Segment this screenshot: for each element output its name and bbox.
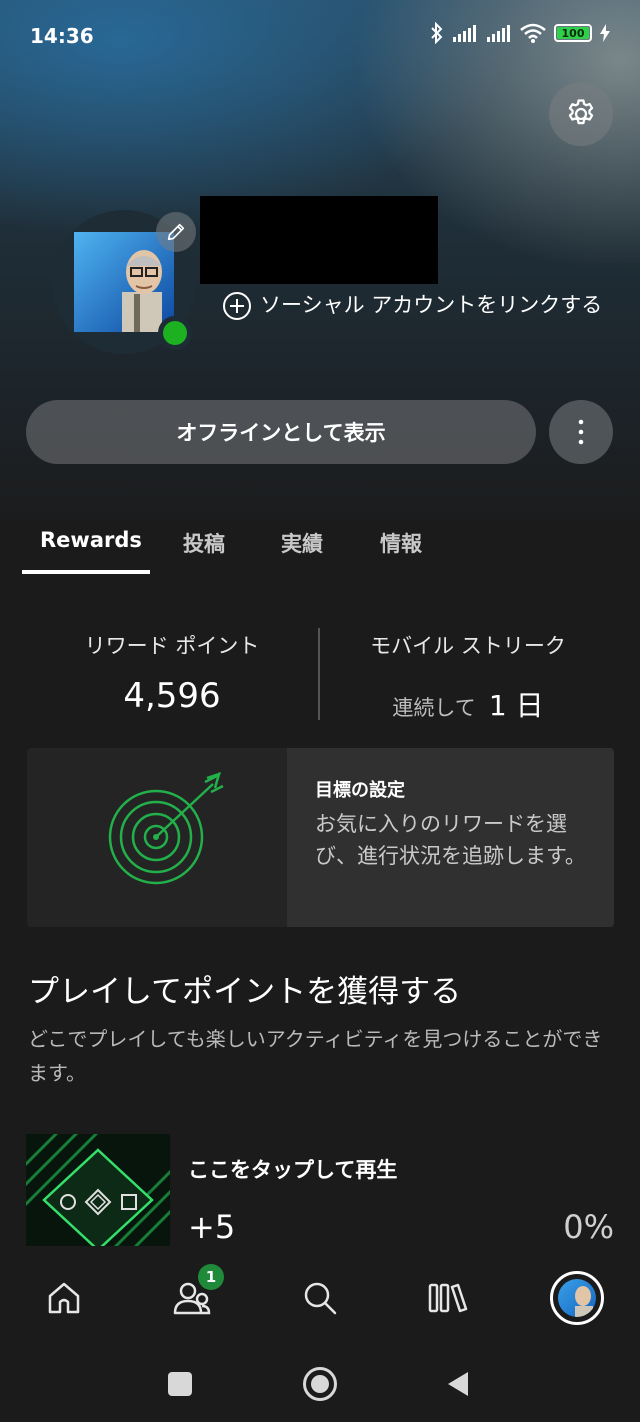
settings-button[interactable] (549, 82, 613, 146)
pencil-icon (167, 223, 185, 241)
home-system-dot (311, 1375, 329, 1393)
streak-prefix: 連続して (392, 696, 476, 720)
stats-divider (318, 628, 320, 720)
nav-library[interactable] (420, 1270, 476, 1326)
wifi-icon (520, 23, 546, 43)
activity-art (26, 1134, 170, 1246)
status-time: 14:36 (30, 24, 94, 48)
active-tab-indicator (22, 570, 150, 574)
nav-search[interactable] (292, 1270, 348, 1326)
nav-home[interactable] (36, 1270, 92, 1326)
reward-points-label: リワード ポイント (84, 634, 260, 658)
tab-rewards[interactable]: Rewards (40, 528, 142, 552)
tab-about[interactable]: 情報 (380, 528, 422, 558)
tab-achievements[interactable]: 実績 (281, 528, 323, 558)
add-circle-icon (223, 292, 251, 320)
edit-avatar-button[interactable] (156, 212, 196, 252)
back-button[interactable] (446, 1370, 470, 1398)
home-icon (48, 1282, 80, 1314)
status-icons: 100 (430, 22, 610, 44)
battery-level: 100 (561, 26, 585, 40)
section-description: どこでプレイしても楽しいアクティビティを見つけることができます。 (28, 1027, 603, 1085)
goal-illustration (27, 748, 287, 927)
mobile-streak-value-row: 連続して 1 日 (330, 684, 606, 724)
bluetooth-icon (431, 22, 443, 44)
charging-icon (600, 24, 610, 42)
activity-points: +5 (188, 1208, 236, 1246)
signal-icon (487, 25, 510, 42)
online-status-indicator (158, 316, 192, 350)
profile-avatar (558, 1279, 596, 1317)
avatar[interactable] (74, 232, 174, 332)
library-icon (428, 1283, 468, 1313)
friends-notification-badge: 1 (198, 1264, 224, 1290)
link-social-account[interactable]: ソーシャル アカウントをリンクする (222, 288, 622, 322)
tab-posts[interactable]: 投稿 (183, 528, 225, 558)
gamertag-redacted (200, 196, 438, 284)
more-options-button[interactable] (549, 400, 613, 464)
target-icon (108, 772, 224, 885)
battery-icon: 100 (554, 24, 592, 42)
goal-title: 目標の設定 (315, 780, 405, 801)
appear-offline-button[interactable]: オフラインとして表示 (26, 400, 536, 464)
search-icon (304, 1282, 337, 1315)
activity-thumbnail[interactable] (26, 1134, 170, 1246)
mobile-streak-label: モバイル ストリーク (370, 634, 566, 658)
signal-icon (453, 25, 476, 42)
section-title: プレイしてポイントを獲得する (28, 974, 462, 1010)
streak-value: 1 日 (488, 689, 544, 722)
reward-points-value: 4,596 (123, 676, 221, 716)
link-social-label: ソーシャル アカウントをリンクする (260, 293, 603, 317)
home-system-button[interactable] (303, 1367, 337, 1401)
gear-icon (568, 99, 594, 125)
nav-profile[interactable] (550, 1271, 604, 1325)
more-vertical-icon (578, 419, 584, 445)
set-goal-card[interactable]: 目標の設定 お気に入りのリワードを選び、進行状況を追跡します。 (27, 748, 614, 927)
goal-description: お気に入りのリワードを選び、進行状況を追跡します。 (315, 812, 586, 868)
goal-text: 目標の設定 お気に入りのリワードを選び、進行状況を追跡します。 (287, 748, 614, 927)
activity-progress: 0% (563, 1208, 614, 1246)
activity-title[interactable]: ここをタップして再生 (188, 1154, 397, 1184)
avatar-figure (74, 232, 174, 332)
recents-button[interactable] (168, 1372, 192, 1396)
